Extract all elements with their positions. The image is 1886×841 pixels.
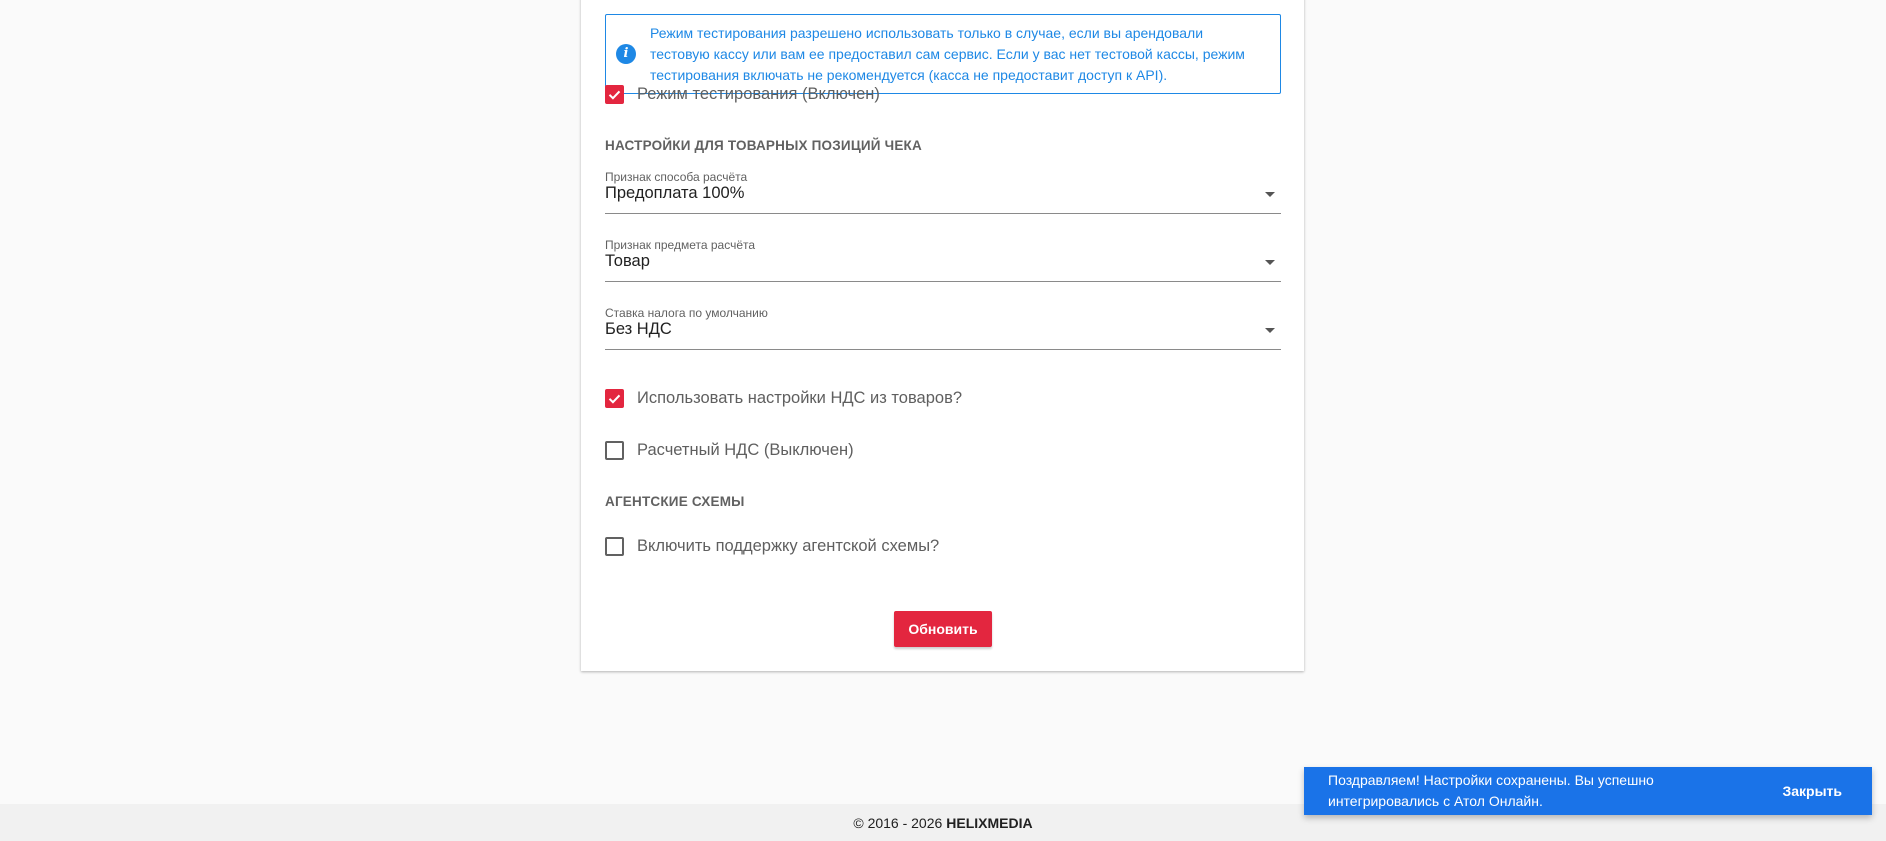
checkmark-icon — [608, 90, 621, 100]
tax-rate-value: Без НДС — [605, 320, 672, 338]
snackbar-message: Поздравляем! Настройки сохранены. Вы усп… — [1328, 772, 1654, 809]
test-mode-checkbox-row[interactable]: Режим тестирования (Включен) — [605, 85, 880, 104]
payment-method-caption: Признак способа расчёта — [605, 170, 748, 184]
enable-agent-label: Включить поддержку агентской схемы? — [637, 537, 940, 555]
tax-rate-caption: Ставка налога по умолчанию — [605, 306, 768, 320]
payment-object-caption: Признак предмета расчёта — [605, 238, 756, 252]
enable-agent-checkbox[interactable] — [605, 537, 624, 556]
payment-object-value: Товар — [605, 252, 650, 270]
enable-agent-checkbox-row[interactable]: Включить поддержку агентской схемы? — [605, 537, 939, 556]
receipt-items-section-title: НАСТРОЙКИ ДЛЯ ТОВАРНЫХ ПОЗИЦИЙ ЧЕКА — [605, 138, 922, 153]
dropdown-arrow-icon — [1265, 260, 1275, 265]
test-mode-label: Режим тестирования (Включен) — [637, 85, 880, 103]
test-mode-info-alert: i Режим тестирования разрешено использов… — [605, 14, 1281, 94]
success-snackbar: Поздравляем! Настройки сохранены. Вы усп… — [1304, 767, 1872, 815]
info-icon: i — [616, 44, 636, 64]
test-mode-checkbox[interactable] — [605, 85, 624, 104]
footer-copyright: © 2016 - 2026 — [853, 814, 943, 831]
payment-method-select[interactable]: Признак способа расчёта Предоплата 100% — [605, 170, 1281, 214]
use-product-vat-label: Использовать настройки НДС из товаров? — [637, 389, 963, 407]
tax-rate-select[interactable]: Ставка налога по умолчанию Без НДС — [605, 306, 1281, 350]
dropdown-arrow-icon — [1265, 192, 1275, 197]
calculated-vat-checkbox[interactable] — [605, 441, 624, 460]
payment-object-select[interactable]: Признак предмета расчёта Товар — [605, 238, 1281, 282]
settings-page: i Режим тестирования разрешено использов… — [0, 0, 1886, 841]
use-product-vat-checkbox[interactable] — [605, 389, 624, 408]
update-button[interactable]: Обновить — [894, 611, 992, 647]
info-alert-text: Режим тестирования разрешено использоват… — [650, 24, 1245, 83]
use-product-vat-checkbox-row[interactable]: Использовать настройки НДС из товаров? — [605, 389, 962, 408]
agent-section-title: АГЕНТСКИЕ СХЕМЫ — [605, 494, 745, 509]
calculated-vat-label: Расчетный НДС (Выключен) — [637, 441, 854, 459]
footer-brand: HELIXMEDIA — [946, 814, 1033, 831]
snackbar-close-button[interactable]: Закрыть — [1782, 783, 1842, 799]
payment-method-value: Предоплата 100% — [605, 184, 745, 202]
calculated-vat-checkbox-row[interactable]: Расчетный НДС (Выключен) — [605, 441, 854, 460]
dropdown-arrow-icon — [1265, 328, 1275, 333]
checkmark-icon — [608, 394, 621, 404]
settings-card: i Режим тестирования разрешено использов… — [581, 0, 1304, 671]
